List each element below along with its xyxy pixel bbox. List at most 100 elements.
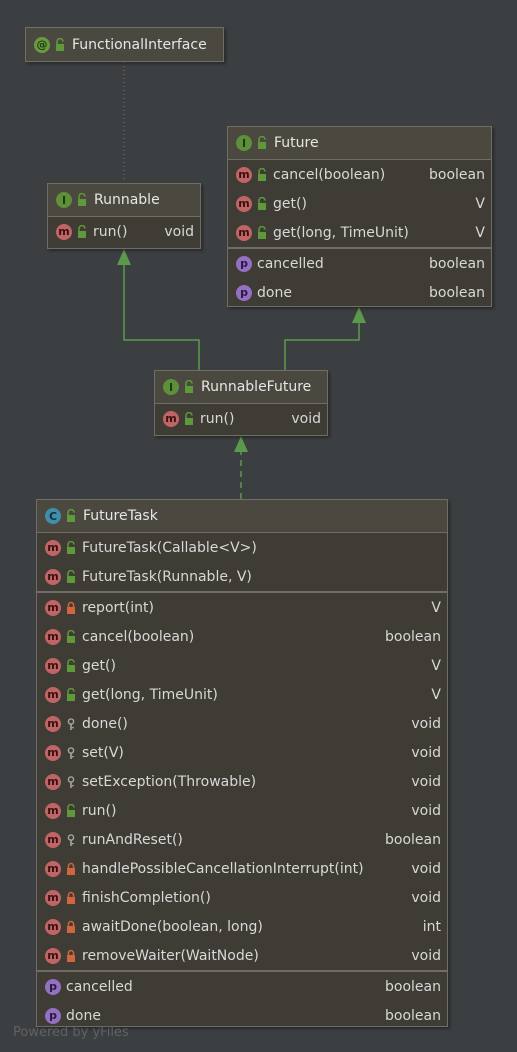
member-name: get(long, TimeUnit) [82, 686, 218, 703]
member-name: run() [82, 802, 117, 819]
class-icon: C [45, 508, 61, 524]
method-icon: m [45, 715, 61, 732]
method-row[interactable]: m get() V [37, 651, 447, 680]
interface-icon: I [56, 192, 72, 208]
member-name: awaitDone(boolean, long) [82, 918, 263, 935]
node-header: @ FunctionalInterface [26, 28, 223, 61]
method-row[interactable]: m run() void [37, 796, 447, 825]
method-icon: m [45, 802, 61, 819]
method-row[interactable]: m done() void [37, 709, 447, 738]
method-row[interactable]: m FutureTask(Runnable, V) [37, 562, 447, 591]
public-icon [256, 135, 268, 150]
member-type: boolean [385, 1007, 441, 1024]
property-icon: p [236, 284, 252, 301]
member-type: void [411, 860, 441, 877]
member-name: FutureTask(Runnable, V) [82, 568, 252, 585]
property-row[interactable]: p cancelled boolean [37, 972, 447, 1001]
method-row[interactable]: m awaitDone(boolean, long) int [37, 912, 447, 941]
member-type: void [411, 773, 441, 790]
member-type: int [422, 918, 441, 935]
method-row[interactable]: m report(int) V [37, 593, 447, 622]
method-row[interactable]: m get(long, TimeUnit) V [37, 680, 447, 709]
method-row[interactable]: m get(long, TimeUnit) V [228, 218, 491, 247]
method-icon: m [45, 628, 61, 645]
member-name: cancel(boolean) [273, 166, 386, 183]
method-icon: m [45, 744, 61, 761]
method-row[interactable]: m get() V [228, 189, 491, 218]
property-list: p cancelled boolean p done boolean [37, 970, 447, 1030]
arrowhead-runnablefuture [234, 436, 248, 452]
property-icon: p [45, 978, 61, 995]
constructor-list: m FutureTask(Callable<V>) m FutureTask(Runn… [37, 533, 447, 591]
member-name: done [257, 284, 292, 301]
public-icon [183, 411, 195, 426]
member-type: V [431, 657, 441, 674]
member-list: m run() void [155, 404, 327, 433]
annotation-icon: @ [34, 36, 50, 53]
member-type: void [411, 947, 441, 964]
node-title: Runnable [94, 192, 160, 208]
member-name: setException(Throwable) [82, 773, 257, 790]
method-row[interactable]: m run() void [48, 217, 200, 246]
member-list: m run() void [48, 217, 200, 246]
node-header: I Runnable [48, 184, 200, 217]
member-name: done [66, 1007, 101, 1024]
member-name: run() [200, 410, 235, 427]
node-title: RunnableFuture [201, 379, 312, 395]
future-task-node[interactable]: C FutureTask m FutureTask(Callable<V>) m Fu… [36, 499, 448, 1027]
public-icon [183, 379, 195, 394]
node-title: FutureTask [83, 508, 158, 524]
member-name: FutureTask(Callable<V>) [82, 539, 257, 556]
functional-interface-node[interactable]: @ FunctionalInterface [25, 27, 224, 62]
member-name: run() [93, 223, 128, 240]
member-type: V [475, 224, 485, 241]
member-list: m report(int) Vm cancel(boolean) boolean m get… [37, 591, 447, 970]
member-name: done() [82, 715, 128, 732]
method-row[interactable]: m FutureTask(Callable<V>) [37, 533, 447, 562]
method-row[interactable]: m runAndReset() boolean [37, 825, 447, 854]
public-icon [65, 658, 77, 673]
arrowhead-future [352, 307, 366, 323]
runnable-node[interactable]: I Runnable m run() void [47, 183, 201, 249]
method-icon: m [56, 223, 72, 240]
public-icon [256, 167, 268, 182]
method-row[interactable]: m set(V) void [37, 738, 447, 767]
method-row[interactable]: m removeWaiter(WaitNode) void [37, 941, 447, 970]
method-icon: m [45, 947, 61, 964]
method-row[interactable]: m cancel(boolean) boolean [37, 622, 447, 651]
method-icon: m [163, 410, 179, 427]
public-icon [65, 508, 77, 523]
method-icon: m [45, 918, 61, 935]
method-icon: m [45, 568, 61, 585]
property-row[interactable]: p done boolean [228, 278, 491, 307]
public-icon [65, 629, 77, 644]
method-row[interactable]: m finishCompletion() void [37, 883, 447, 912]
private-lock-icon [65, 949, 77, 963]
method-icon: m [45, 889, 61, 906]
method-row[interactable]: m run() void [155, 404, 327, 433]
member-type: boolean [429, 255, 485, 272]
method-icon: m [45, 539, 61, 556]
member-list: m cancel(boolean) boolean m get() Vm get(long,… [228, 160, 491, 247]
member-name: cancelled [66, 978, 133, 995]
footer-credit: Powered by yFiles [13, 1025, 129, 1040]
method-icon: m [45, 831, 61, 848]
member-type: void [411, 889, 441, 906]
protected-key-icon [65, 746, 77, 760]
property-icon: p [236, 255, 252, 272]
runnable-future-node[interactable]: I RunnableFuture m run() void [154, 370, 328, 436]
public-icon [76, 224, 88, 239]
future-node[interactable]: I Future m cancel(boolean) boolean m get() Vm… [227, 126, 492, 307]
property-row[interactable]: p cancelled boolean [228, 249, 491, 278]
method-row[interactable]: m setException(Throwable) void [37, 767, 447, 796]
method-row[interactable]: m handlePossibleCancellationInterrupt(int… [37, 854, 447, 883]
node-header: C FutureTask [37, 500, 447, 533]
protected-key-icon [65, 833, 77, 847]
node-title: FunctionalInterface [72, 36, 207, 53]
member-name: handlePossibleCancellationInterrupt(int) [82, 860, 364, 877]
public-icon [76, 192, 88, 207]
member-name: finishCompletion() [82, 889, 211, 906]
property-icon: p [45, 1007, 61, 1024]
method-row[interactable]: m cancel(boolean) boolean [228, 160, 491, 189]
method-icon: m [45, 860, 61, 877]
